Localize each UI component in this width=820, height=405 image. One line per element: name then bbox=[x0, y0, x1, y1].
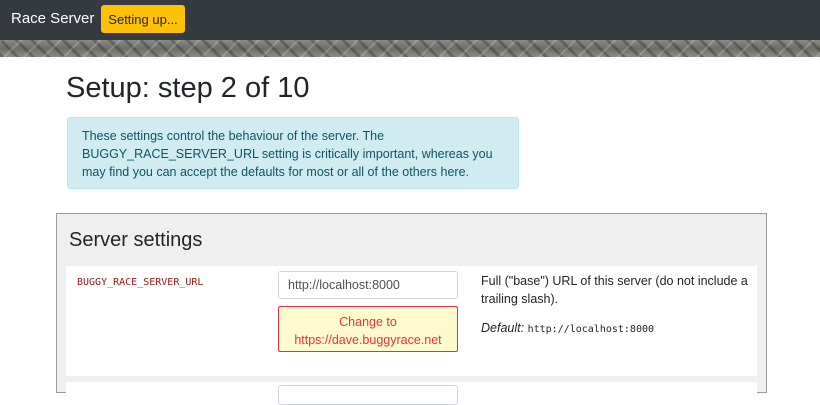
setting-default: Default: http://localhost:8000 bbox=[481, 319, 654, 339]
setting-row: BUGGY_RACE_SERVER_URL Change to https://… bbox=[66, 266, 757, 376]
panel-title: Server settings bbox=[69, 229, 203, 251]
setting-input[interactable] bbox=[278, 385, 458, 405]
header-banner-image bbox=[0, 40, 820, 57]
server-url-input[interactable] bbox=[278, 271, 458, 299]
brand-link[interactable]: Race Server bbox=[11, 10, 94, 28]
setting-name: BUGGY_RACE_SERVER_URL bbox=[77, 277, 204, 288]
default-value: http://localhost:8000 bbox=[527, 324, 655, 335]
setting-row bbox=[66, 382, 757, 405]
page-title: Setup: step 2 of 10 bbox=[66, 72, 310, 104]
change-to-label: Change to bbox=[339, 314, 397, 329]
setting-up-button[interactable]: Setting up... bbox=[101, 5, 185, 33]
server-settings-panel: Server settings BUGGY_RACE_SERVER_URL Ch… bbox=[56, 213, 767, 405]
navbar: Race Server Setting up... bbox=[0, 0, 820, 40]
default-label: Default: bbox=[481, 321, 525, 335]
change-to-button[interactable]: Change to https://dave.buggyrace.net bbox=[278, 306, 458, 352]
setting-description: Full ("base") URL of this server (do not… bbox=[481, 274, 748, 306]
change-to-url: https://dave.buggyrace.net bbox=[294, 332, 442, 347]
info-alert: These settings control the behaviour of … bbox=[67, 117, 519, 189]
